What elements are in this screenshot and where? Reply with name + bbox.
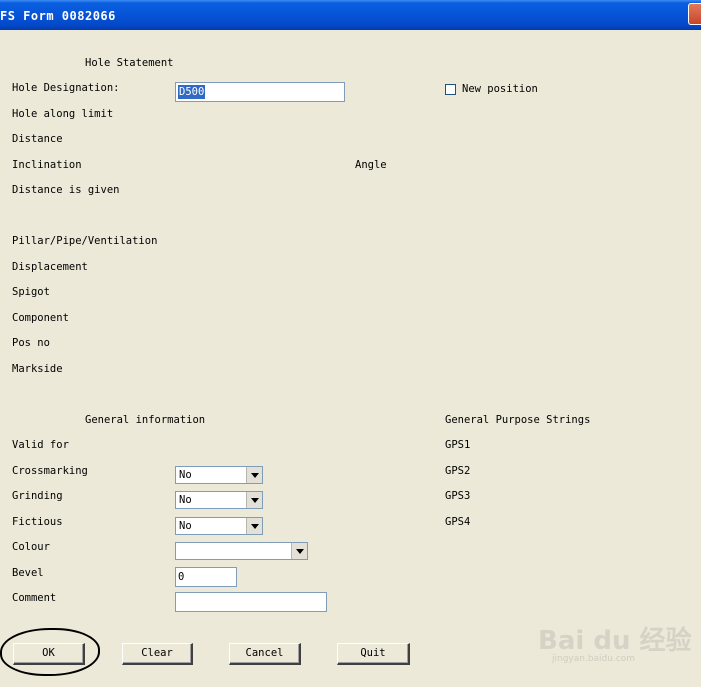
clear-button[interactable]: Clear [122, 643, 193, 665]
pillar-pipe-ventilation-label: Pillar/Pipe/Ventilation [12, 235, 158, 247]
bevel-input[interactable]: 0 [175, 567, 237, 587]
chevron-down-icon[interactable] [246, 492, 262, 508]
cancel-button[interactable]: Cancel [229, 643, 301, 665]
hole-designation-value: D500 [178, 85, 206, 99]
hole-statement-header: Hole Statement [85, 57, 174, 69]
displacement-label: Displacement [12, 261, 88, 273]
bevel-value: 0 [178, 571, 185, 583]
pos-no-label: Pos no [12, 337, 50, 349]
hole-along-limit-label: Hole along limit [12, 108, 114, 120]
fictious-label: Fictious [12, 516, 63, 528]
chevron-down-icon[interactable] [246, 518, 262, 534]
colour-label: Colour [12, 541, 50, 553]
title-bar: FS Form 0082066 [0, 0, 701, 30]
chevron-down-icon[interactable] [291, 543, 307, 559]
new-position-label: New position [462, 83, 538, 95]
chevron-down-icon[interactable] [246, 467, 262, 483]
close-icon[interactable] [688, 3, 701, 25]
watermark-url: jingyan.baidu.com [552, 654, 636, 664]
ok-button[interactable]: OK [13, 643, 85, 665]
baidu-watermark: Bai du 经验 jingyan.baidu.com [538, 620, 692, 670]
fictious-select[interactable]: No [175, 517, 263, 535]
hole-designation-label: Hole Designation: [12, 82, 120, 94]
general-information-header: General information [85, 414, 206, 426]
grinding-value: No [179, 494, 192, 506]
comment-input[interactable] [175, 592, 327, 612]
hole-designation-input[interactable]: D500 [175, 82, 345, 102]
gps3-label: GPS3 [445, 490, 471, 502]
gps4-label: GPS4 [445, 516, 471, 528]
window-title: FS Form 0082066 [0, 9, 116, 23]
component-label: Component [12, 312, 69, 324]
watermark-logo: Bai du 经验 [538, 626, 692, 656]
crossmarking-value: No [179, 469, 192, 481]
distance-label: Distance [12, 133, 63, 145]
colour-select[interactable] [175, 542, 308, 560]
grinding-select[interactable]: No [175, 491, 263, 509]
crossmarking-label: Crossmarking [12, 465, 88, 477]
distance-is-given-label: Distance is given [12, 184, 120, 196]
spigot-label: Spigot [12, 286, 50, 298]
crossmarking-select[interactable]: No [175, 466, 263, 484]
new-position-checkbox[interactable] [445, 84, 456, 95]
gps2-label: GPS2 [445, 465, 471, 477]
inclination-label: Inclination [12, 159, 82, 171]
gps1-label: GPS1 [445, 439, 471, 451]
grinding-label: Grinding [12, 490, 63, 502]
valid-for-label: Valid for [12, 439, 69, 451]
markside-label: Markside [12, 363, 63, 375]
fictious-value: No [179, 520, 192, 532]
gps-header: General Purpose Strings [445, 414, 591, 426]
comment-label: Comment [12, 592, 57, 604]
angle-label: Angle [355, 159, 387, 171]
quit-button[interactable]: Quit [337, 643, 410, 665]
bevel-label: Bevel [12, 567, 44, 579]
